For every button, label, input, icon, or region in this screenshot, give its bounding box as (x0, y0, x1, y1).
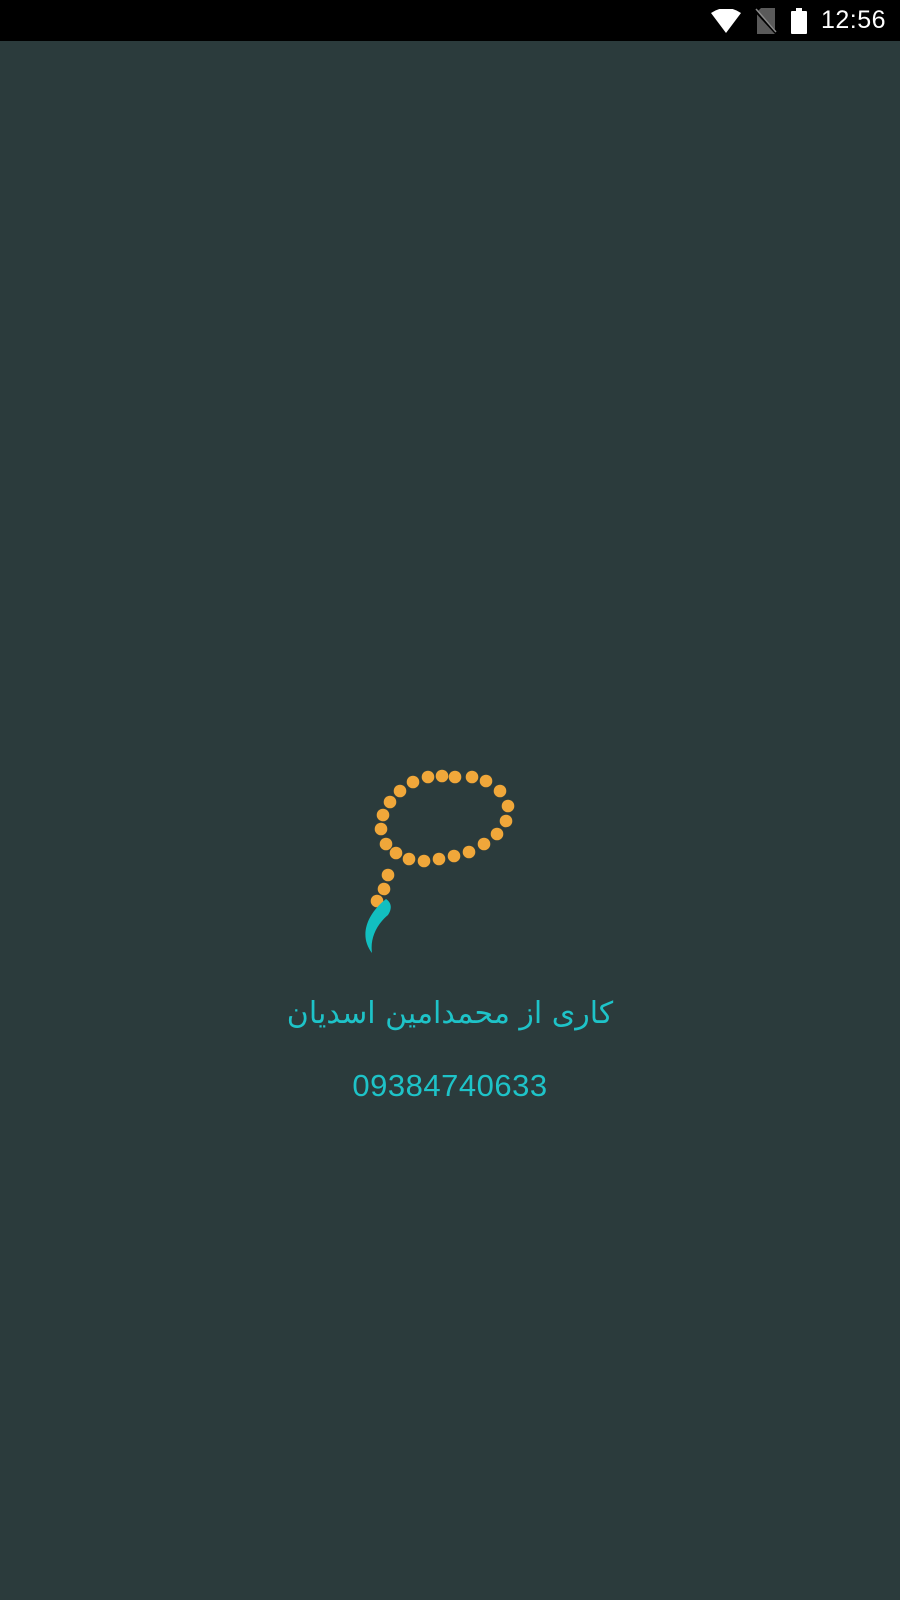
bead (477, 837, 491, 851)
bead (448, 770, 462, 784)
status-icons: 12:56 (710, 0, 886, 41)
bead (379, 837, 393, 851)
bead (383, 795, 397, 809)
prayer-beads-icon (365, 769, 515, 953)
bead (493, 784, 507, 798)
bead (501, 799, 515, 813)
bead (406, 775, 420, 789)
bead (447, 849, 461, 863)
wifi-icon (710, 8, 741, 33)
credit-text: کاری از محمدامین اسدیان (286, 996, 614, 1031)
bead (381, 868, 395, 882)
tassel-shape (365, 899, 391, 953)
bead (402, 852, 416, 866)
bead (393, 784, 407, 798)
bead (479, 774, 493, 788)
bead (432, 852, 446, 866)
battery-icon (790, 7, 807, 34)
bead (421, 770, 435, 784)
bead (376, 808, 390, 822)
splash-screen: کاری از محمدامین اسدیان 09384740633 (0, 41, 900, 1600)
bead (462, 845, 476, 859)
bead (377, 882, 391, 896)
bead (374, 822, 388, 836)
bead-loop (370, 769, 515, 908)
status-bar: 12:56 (0, 0, 900, 41)
bead (389, 846, 403, 860)
no-sim-icon (754, 7, 777, 34)
bead (465, 770, 479, 784)
bead (435, 769, 449, 783)
bead (499, 814, 513, 828)
status-clock: 12:56 (820, 6, 886, 34)
bead (490, 827, 504, 841)
phone-number: 09384740633 (352, 1068, 548, 1103)
bead (417, 854, 431, 868)
